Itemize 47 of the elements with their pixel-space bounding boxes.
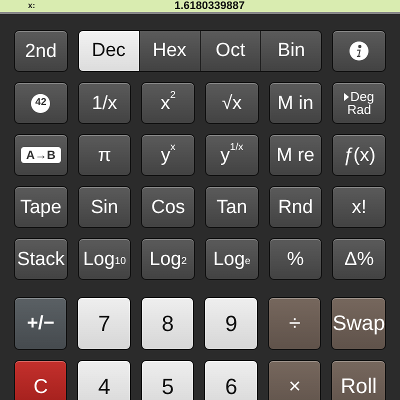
key-button[interactable]: √x (205, 82, 259, 124)
digit-key[interactable]: 8 (140, 297, 194, 350)
angle-label: Rad (347, 103, 372, 116)
mode-tab[interactable]: Bin (260, 31, 322, 71)
key-button[interactable]: M in (268, 82, 322, 124)
display-value: 1.6180339887 (174, 0, 245, 12)
key-button[interactable]: x$^{2}$ (141, 82, 195, 124)
key-button[interactable]: π (78, 134, 132, 176)
mode-tab[interactable]: Oct (200, 31, 260, 71)
digit-key[interactable]: 9 (204, 297, 258, 350)
angle-label: Deg (350, 90, 374, 103)
key-button[interactable]: Tape (14, 186, 68, 228)
digit-key[interactable]: 4 (77, 360, 131, 400)
key-button[interactable]: C (14, 360, 68, 400)
triangle-icon (344, 92, 350, 100)
key-button[interactable]: x! (332, 186, 386, 228)
mode-tab[interactable]: Hex (138, 31, 200, 71)
key-button[interactable]: y$^{x}$ (141, 134, 195, 176)
key-button[interactable]: A→B (14, 134, 68, 176)
key-button[interactable]: +/− (14, 297, 68, 350)
key-button[interactable]: Rnd (268, 186, 322, 228)
key-button[interactable]: y$^{1/x}$ (205, 134, 259, 176)
info-icon (349, 41, 370, 61)
digit-key[interactable]: 7 (77, 297, 131, 350)
key-button[interactable]: ƒ(x) (332, 134, 386, 176)
key-button[interactable]: Tan (205, 186, 259, 228)
mode-tab[interactable]: Dec (78, 31, 139, 71)
key-button[interactable]: 2nd (14, 30, 68, 72)
count-badge: 42 (31, 94, 50, 112)
key-button[interactable]: ÷ (268, 297, 322, 350)
key-button[interactable]: Stack (14, 238, 68, 280)
digit-key[interactable]: 6 (204, 360, 258, 400)
key-button[interactable]: Roll (331, 360, 386, 400)
key-button[interactable]: % (268, 238, 322, 280)
key-button[interactable]: M re (268, 134, 322, 176)
key-button[interactable]: × (268, 360, 322, 400)
key-label: A→B (21, 147, 60, 163)
register-label: x: (28, 0, 36, 12)
angle-button[interactable]: Deg Rad (332, 82, 386, 124)
digit-key[interactable]: 5 (140, 360, 194, 400)
key-button[interactable]: Sin (78, 186, 132, 228)
key-button[interactable]: Cos (141, 186, 195, 228)
info-button[interactable] (332, 30, 386, 72)
key-button[interactable]: 42 (14, 82, 68, 124)
key-button[interactable]: Δ% (332, 238, 386, 280)
key-button[interactable]: 1/x (78, 82, 132, 124)
key-button[interactable]: Swap (331, 297, 386, 350)
